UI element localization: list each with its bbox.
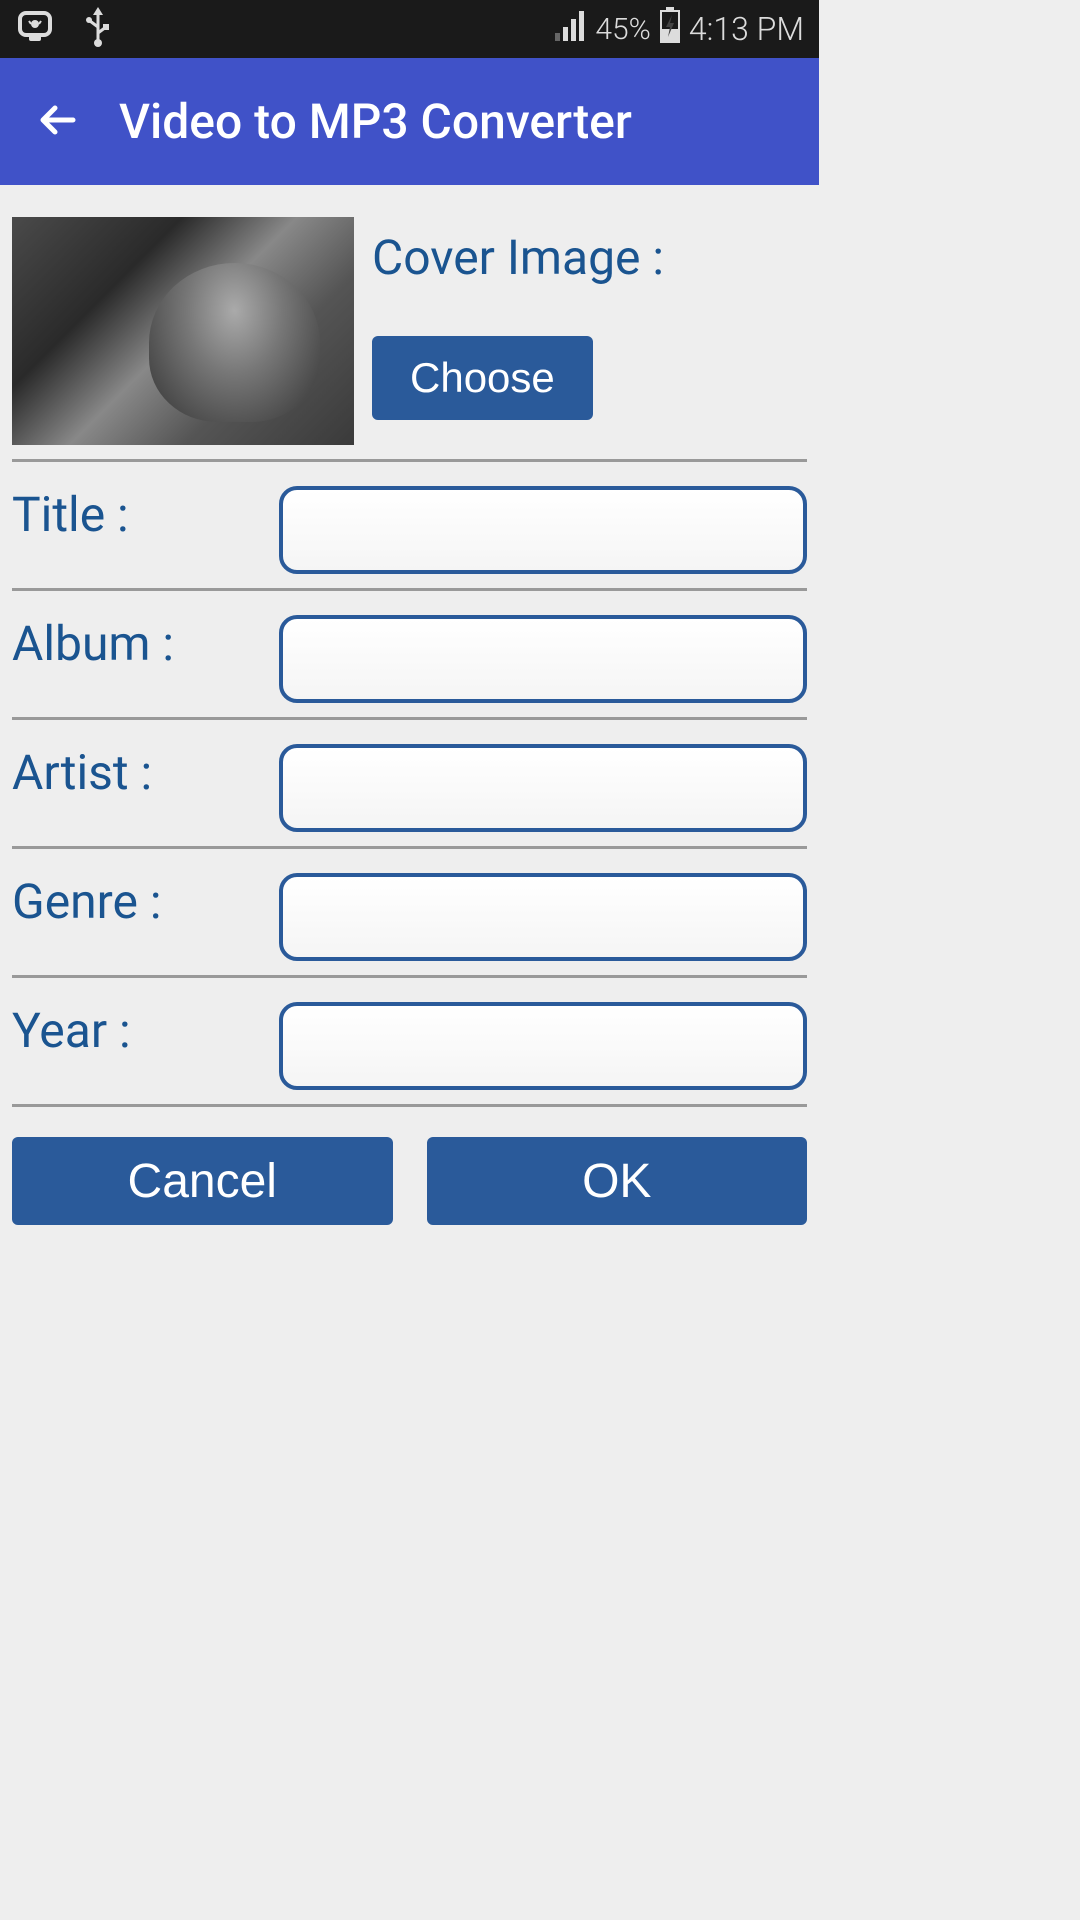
content: Cover Image : Choose Title : Album : Art… — [0, 185, 819, 1225]
genre-input[interactable] — [279, 873, 807, 961]
usb-icon — [83, 5, 113, 53]
title-label: Title : — [12, 486, 279, 543]
battery-charging-icon — [659, 7, 681, 51]
app-title: Video to MP3 Converter — [119, 93, 632, 150]
album-row: Album : — [12, 591, 807, 720]
album-input[interactable] — [279, 615, 807, 703]
artist-input[interactable] — [279, 744, 807, 832]
year-row: Year : — [12, 978, 807, 1107]
status-left — [15, 5, 113, 53]
year-label: Year : — [12, 1002, 279, 1059]
cast-icon — [15, 7, 55, 51]
cover-image-label: Cover Image : — [372, 229, 664, 286]
cover-section: Cover Image : Choose — [12, 185, 807, 462]
signal-icon — [555, 9, 587, 49]
status-bar: 45% 4:13 PM — [0, 0, 819, 58]
action-buttons: Cancel OK — [12, 1107, 807, 1225]
cancel-button[interactable]: Cancel — [12, 1137, 393, 1225]
genre-label: Genre : — [12, 873, 279, 930]
ok-button[interactable]: OK — [427, 1137, 808, 1225]
album-label: Album : — [12, 615, 279, 672]
artist-row: Artist : — [12, 720, 807, 849]
clock-time: 4:13 PM — [689, 10, 804, 48]
year-input[interactable] — [279, 1002, 807, 1090]
battery-percent: 45% — [595, 12, 650, 47]
artist-label: Artist : — [12, 744, 279, 801]
genre-row: Genre : — [12, 849, 807, 978]
title-input[interactable] — [279, 486, 807, 574]
status-right: 45% 4:13 PM — [555, 7, 804, 51]
choose-button[interactable]: Choose — [372, 336, 593, 420]
cover-image-thumbnail[interactable] — [12, 217, 354, 445]
back-arrow-icon[interactable] — [35, 98, 79, 146]
cover-right: Cover Image : Choose — [372, 217, 664, 420]
app-bar: Video to MP3 Converter — [0, 58, 819, 185]
title-row: Title : — [12, 462, 807, 591]
